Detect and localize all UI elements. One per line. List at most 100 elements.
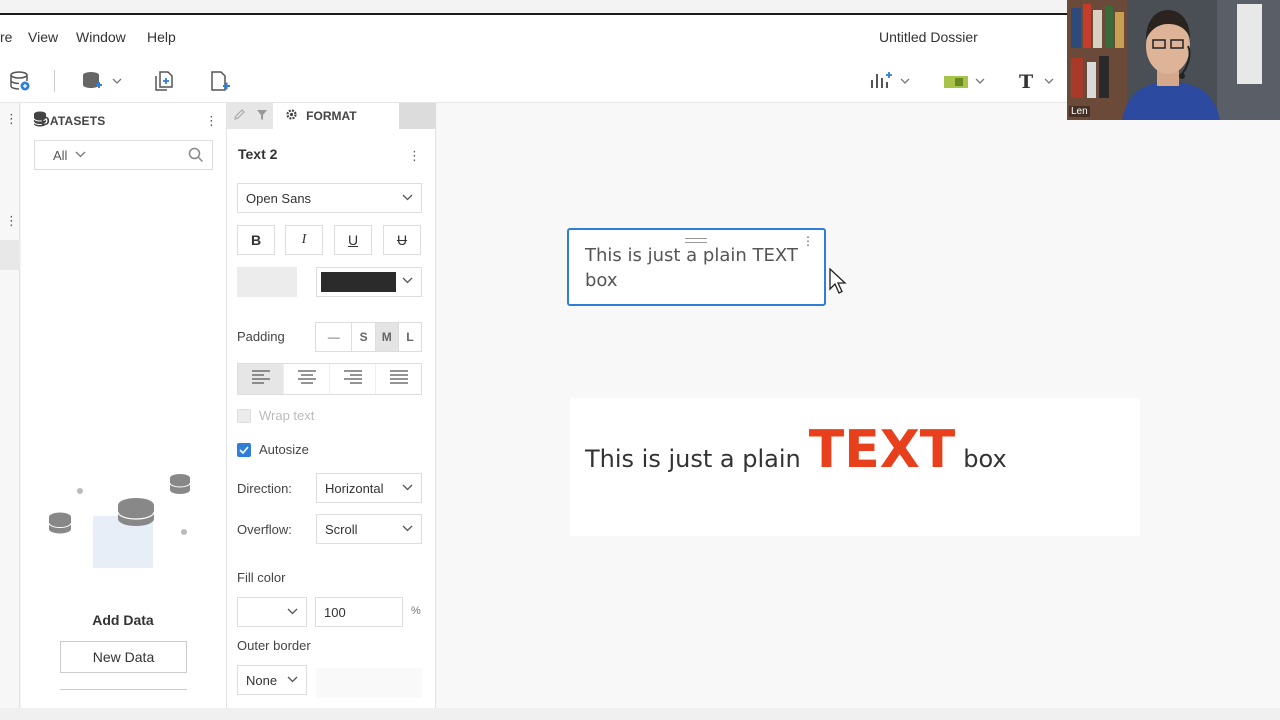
insert-filter-icon[interactable]	[943, 67, 985, 95]
outer-border-label: Outer border	[237, 638, 311, 653]
align-center-icon	[297, 369, 317, 390]
tab-format-label: FORMAT	[306, 109, 357, 123]
more-options-icon[interactable]: ⋮	[5, 213, 18, 229]
datasets-title: DATASETS	[41, 114, 106, 128]
styled-text-suffix: box	[963, 445, 1007, 473]
more-options-icon[interactable]: ⋮	[205, 113, 218, 129]
add-dataset-icon[interactable]	[81, 67, 123, 95]
italic-button[interactable]: I	[285, 225, 323, 255]
text-color-swatch	[321, 272, 396, 292]
new-data-button[interactable]: New Data	[60, 641, 187, 673]
duplicate-page-icon[interactable]	[153, 67, 175, 95]
text-alignment-selector	[237, 363, 422, 395]
strikethrough-button[interactable]: U	[383, 225, 421, 255]
autosize-label: Autosize	[259, 442, 309, 457]
datasets-header: DATASETS ⋮	[33, 109, 218, 133]
chevron-down-icon	[402, 275, 413, 287]
direction-value: Horizontal	[325, 480, 384, 496]
more-options-icon[interactable]: ⋮	[408, 148, 421, 164]
fill-color-picker[interactable]	[237, 597, 307, 627]
outer-border-value: None	[246, 672, 278, 688]
align-justify-icon	[389, 369, 409, 390]
more-options-icon[interactable]: ⋮	[5, 111, 18, 127]
underline-button[interactable]: U	[334, 225, 372, 255]
align-left-icon	[251, 369, 271, 390]
empty-datasets-illustration	[45, 471, 205, 571]
align-left-button[interactable]	[238, 364, 284, 394]
tab-format[interactable]: FORMAT	[273, 103, 399, 129]
padding-small-button[interactable]: S	[352, 323, 376, 351]
chevron-down-icon	[402, 192, 413, 204]
tab-extra[interactable]	[398, 103, 436, 129]
left-rail: ⋮ ⋮	[0, 103, 20, 720]
datasets-panel: DATASETS ⋮ All Add Data New Data	[21, 103, 227, 708]
search-icon[interactable]	[188, 147, 204, 168]
overflow-dropdown[interactable]: Scroll	[316, 514, 422, 544]
padding-medium-button[interactable]: M	[375, 323, 399, 351]
menu-item-view[interactable]: View	[28, 29, 58, 45]
add-data-label: Add Data	[92, 612, 154, 628]
insert-visualization-icon[interactable]	[869, 67, 911, 95]
menu-item-help[interactable]: Help	[147, 29, 176, 45]
outer-border-dropdown[interactable]: None	[237, 665, 307, 695]
insert-text-icon[interactable]: T	[1019, 67, 1061, 95]
new-page-icon[interactable]	[209, 67, 231, 95]
gear-icon	[285, 108, 298, 124]
padding-none-button[interactable]: —	[316, 323, 353, 351]
padding-large-button[interactable]: L	[399, 323, 421, 351]
rail-selected-item[interactable]	[0, 240, 20, 270]
webcam-feed-image	[1067, 0, 1280, 120]
chevron-down-icon	[402, 482, 413, 494]
styled-text-highlight: TEXT	[808, 420, 956, 480]
data-source-icon[interactable]	[9, 67, 31, 95]
bold-button[interactable]: B	[237, 225, 275, 255]
overflow-label: Overflow:	[237, 522, 292, 537]
filter-icon	[256, 109, 268, 124]
autosize-checkbox[interactable]: Autosize	[237, 442, 309, 457]
pencil-icon	[233, 108, 245, 124]
fill-opacity-value: 100	[324, 604, 346, 620]
fill-color-label: Fill color	[237, 570, 286, 585]
dataset-filter-value: All	[53, 147, 68, 163]
toolbar-separator	[54, 70, 55, 92]
direction-label: Direction:	[237, 481, 292, 496]
divider	[60, 689, 187, 690]
padding-label: Padding	[237, 329, 285, 344]
svg-text:T: T	[1019, 71, 1033, 92]
overflow-value: Scroll	[325, 521, 358, 537]
menu-item-window[interactable]: Window	[76, 29, 126, 45]
fill-opacity-input[interactable]: 100	[315, 597, 403, 627]
tab-filter[interactable]	[250, 103, 274, 129]
mouse-cursor-icon	[829, 267, 847, 299]
format-panel: FORMAT Text 2 ⋮ Open Sans B I U U Paddin…	[227, 103, 436, 708]
border-style-disabled	[316, 668, 422, 698]
text-box-styled[interactable]: This is just a plain TEXT box	[570, 398, 1140, 536]
chevron-down-icon	[287, 674, 298, 686]
wrap-text-label: Wrap text	[259, 408, 315, 423]
align-right-button[interactable]	[330, 364, 376, 394]
format-panel-tabs: FORMAT	[227, 103, 436, 129]
align-center-button[interactable]	[284, 364, 330, 394]
element-title: Text 2	[238, 146, 278, 162]
menu-item-file[interactable]: re	[0, 29, 12, 45]
participant-name: Len	[1069, 106, 1090, 117]
align-right-icon	[343, 369, 363, 390]
chevron-down-icon	[75, 149, 86, 161]
text-color-picker[interactable]	[316, 267, 422, 297]
highlight-color-button	[237, 267, 297, 297]
chevron-down-icon	[287, 606, 298, 618]
dataset-filter-dropdown[interactable]: All	[34, 140, 213, 170]
chevron-down-icon	[402, 523, 413, 535]
text-box-selected[interactable]: ⋮ This is just a plain TEXT box	[567, 228, 826, 306]
padding-selector: — S M L	[315, 322, 422, 352]
font-family-value: Open Sans	[246, 190, 312, 206]
webcam-overlay: Len	[1067, 0, 1280, 120]
wrap-text-checkbox: Wrap text	[237, 408, 314, 423]
styled-text-line: This is just a plain TEXT box	[585, 420, 1007, 480]
text-box-content[interactable]: This is just a plain TEXT box	[585, 243, 805, 293]
font-family-dropdown[interactable]: Open Sans	[237, 183, 422, 213]
direction-dropdown[interactable]: Horizontal	[316, 473, 422, 503]
align-justify-button[interactable]	[376, 364, 421, 394]
percent-unit: %	[411, 605, 421, 617]
tab-editor[interactable]	[227, 103, 251, 129]
